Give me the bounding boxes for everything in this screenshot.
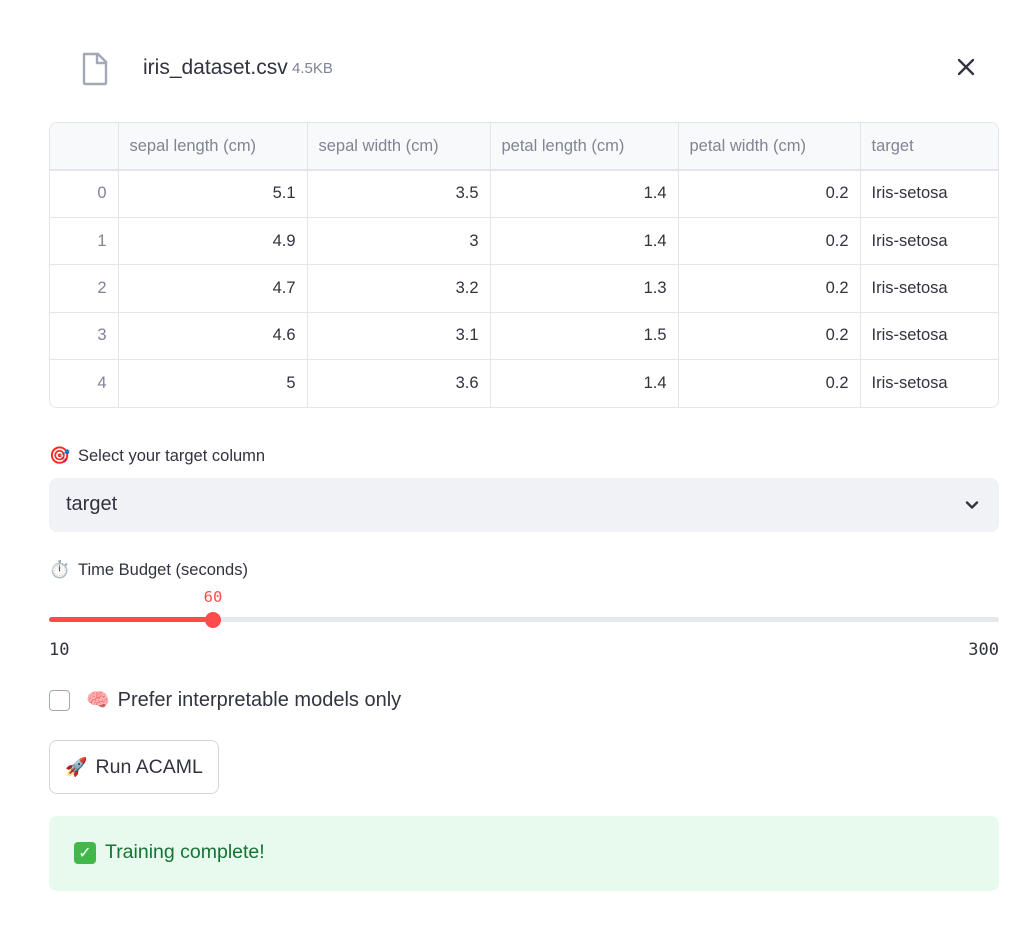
table-cell[interactable]: 0.2	[678, 359, 861, 407]
table-cell[interactable]: 4.9	[118, 217, 308, 266]
app-page: iris_dataset.csv 4.5KB sepal length (cm)…	[0, 0, 1035, 933]
brain-icon: 🧠	[86, 690, 110, 711]
success-alert: ✓ Training complete!	[49, 816, 999, 891]
table-cell[interactable]: 5	[118, 359, 308, 407]
row-index: 1	[50, 217, 119, 266]
table-cell[interactable]: 5.1	[118, 170, 308, 218]
run-button-label: Run ACAML	[95, 755, 203, 778]
uploaded-file-row: iris_dataset.csv 4.5KB	[49, 40, 999, 96]
table-cell[interactable]: 1.4	[490, 359, 679, 407]
table-cell[interactable]: 0.2	[678, 217, 861, 266]
table-cell[interactable]: 4.6	[118, 312, 308, 361]
table-cell[interactable]: 1.5	[490, 312, 679, 361]
column-header[interactable]: sepal length (cm)	[118, 123, 308, 171]
target-select-label: 🎯 Select your target column	[49, 445, 265, 467]
table-cell[interactable]: 0.2	[678, 312, 861, 361]
time-budget-label-text: Time Budget (seconds)	[78, 560, 248, 579]
check-icon: ✓	[74, 841, 96, 864]
stopwatch-icon: ⏱️	[49, 560, 71, 579]
chevron-down-icon	[965, 501, 979, 509]
table-cell[interactable]: Iris-setosa	[860, 312, 998, 361]
file-icon	[82, 52, 108, 86]
interpretable-checkbox-row[interactable]: 🧠 Prefer interpretable models only	[49, 688, 401, 712]
table-cell[interactable]: 0.2	[678, 264, 861, 313]
file-size: 4.5KB	[292, 60, 333, 77]
table-row: 3 4.6 3.1 1.5 0.2 Iris-setosa	[50, 312, 998, 361]
table-cell[interactable]: 1.4	[490, 217, 679, 266]
row-index: 3	[50, 312, 119, 361]
table-cell[interactable]: 1.4	[490, 170, 679, 218]
table-cell[interactable]: Iris-setosa	[860, 217, 998, 266]
table-cell[interactable]: 3.5	[307, 170, 491, 218]
target-column-select[interactable]: target	[49, 478, 999, 532]
interpretable-label: Prefer interpretable models only	[117, 688, 402, 711]
file-name: iris_dataset.csv	[143, 56, 288, 79]
target-icon: 🎯	[49, 446, 71, 465]
column-header[interactable]: target	[860, 123, 998, 171]
table-cell[interactable]: Iris-setosa	[860, 264, 998, 313]
close-icon[interactable]	[955, 56, 977, 78]
table-cell[interactable]: Iris-setosa	[860, 360, 998, 407]
time-budget-label: ⏱️ Time Budget (seconds)	[49, 559, 248, 581]
row-index: 4	[50, 359, 119, 407]
target-select-label-text: Select your target column	[78, 446, 266, 465]
table-cell[interactable]: 0.2	[678, 170, 861, 218]
row-index: 2	[50, 264, 119, 313]
table-row: 2 4.7 3.2 1.3 0.2 Iris-setosa	[50, 264, 998, 313]
table-cell[interactable]: 4.7	[118, 264, 308, 313]
table-row: 1 4.9 3 1.4 0.2 Iris-setosa	[50, 217, 998, 266]
data-table: sepal length (cm) sepal width (cm) petal…	[50, 123, 998, 407]
table-cell[interactable]: 3.2	[307, 264, 491, 313]
table-cell[interactable]: Iris-setosa	[860, 170, 998, 218]
slider-thumb[interactable]	[205, 611, 221, 628]
dataframe-preview[interactable]: sepal length (cm) sepal width (cm) petal…	[49, 122, 999, 408]
time-budget-slider[interactable]	[49, 611, 999, 628]
table-header-row: sepal length (cm) sepal width (cm) petal…	[50, 123, 998, 171]
slider-max-label: 300	[968, 640, 999, 660]
rocket-icon: 🚀	[65, 756, 88, 777]
slider-min-label: 10	[49, 640, 70, 660]
row-index: 0	[50, 170, 119, 218]
table-row: 0 5.1 3.5 1.4 0.2 Iris-setosa	[50, 170, 998, 218]
success-message: Training complete!	[105, 841, 265, 863]
table-cell[interactable]: 3	[307, 217, 491, 266]
column-header[interactable]: sepal width (cm)	[307, 123, 491, 171]
select-value: target	[66, 493, 118, 515]
table-cell[interactable]: 3.1	[307, 312, 491, 361]
slider-fill	[49, 617, 213, 622]
table-cell[interactable]: 3.6	[307, 359, 491, 407]
column-header[interactable]: petal width (cm)	[678, 123, 861, 171]
table-cell[interactable]: 1.3	[490, 264, 679, 313]
run-acaml-button[interactable]: 🚀 Run ACAML	[49, 740, 219, 794]
slider-current-value: 60	[203, 588, 223, 606]
interpretable-checkbox[interactable]	[49, 689, 70, 711]
column-header-index[interactable]	[50, 123, 119, 171]
table-row: 4 5 3.6 1.4 0.2 Iris-setosa	[50, 359, 998, 407]
column-header[interactable]: petal length (cm)	[490, 123, 679, 171]
